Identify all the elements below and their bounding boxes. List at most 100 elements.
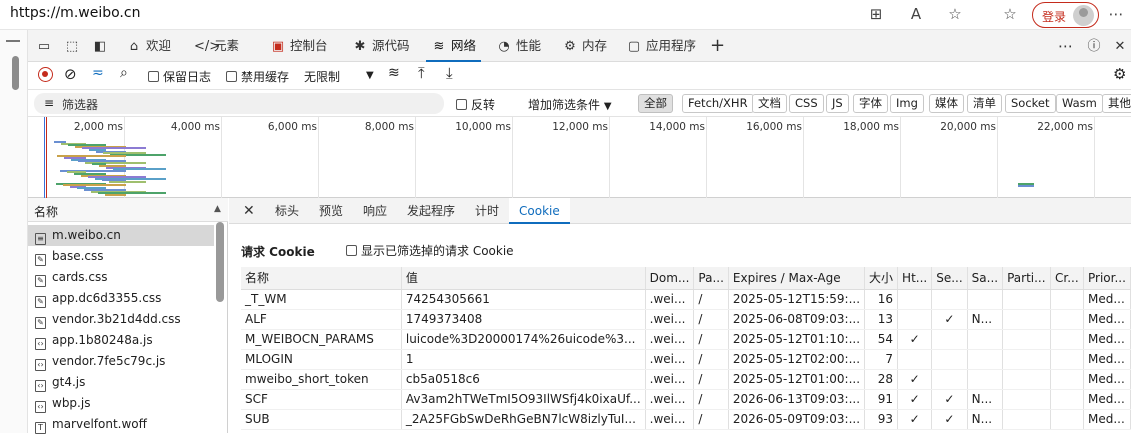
filter-type-other[interactable]: 其他 — [1102, 94, 1131, 113]
column-header-path[interactable]: Pa... — [693, 267, 729, 290]
request-row[interactable]: ‹› wbp.js — [28, 393, 214, 414]
filter-settings-icon[interactable]: ≂ — [92, 65, 104, 81]
login-button[interactable]: 登录 — [1032, 2, 1099, 28]
column-header-partition[interactable]: Parti... — [1002, 267, 1052, 290]
filter-type-wasm[interactable]: Wasm — [1056, 94, 1103, 113]
tab-application[interactable]: ▢ 应用程序 — [626, 30, 696, 62]
filter-type-fetch-xhr[interactable]: Fetch/XHR — [682, 94, 754, 113]
dock-side-icon[interactable]: ◧ — [92, 30, 112, 62]
network-timeline-overview[interactable]: 2,000 ms 4,000 ms 6,000 ms 8,000 ms 10,0… — [28, 117, 1131, 198]
close-detail-icon[interactable]: ✕ — [243, 198, 255, 224]
tab-memory[interactable]: ⚙ 内存 — [562, 30, 607, 62]
request-row[interactable]: ✎ app.dc6d3355.css — [28, 288, 214, 309]
column-header-value[interactable]: 值 — [401, 267, 646, 290]
name-column-header[interactable]: 名称 ▲ — [28, 198, 228, 222]
more-tools-icon[interactable]: ⋯ — [1058, 30, 1073, 62]
column-header-name[interactable]: 名称 — [241, 267, 402, 290]
invert-checkbox[interactable]: 反转 — [456, 96, 495, 113]
cookie-cell — [1050, 329, 1084, 350]
url-text[interactable]: https://m.weibo.cn — [10, 5, 140, 21]
tab-performance[interactable]: ◔ 性能 — [496, 30, 541, 62]
filter-type-all[interactable]: 全部 — [638, 94, 673, 113]
device-emulation-icon[interactable]: ▭ — [36, 30, 56, 62]
column-header-httponly[interactable]: Ht... — [897, 267, 933, 290]
chevron-down-icon[interactable]: ▼ — [366, 70, 374, 81]
request-row[interactable]: ✎ vendor.3b21d4dd.css — [28, 309, 214, 330]
cookie-cell: 91 — [864, 389, 899, 410]
tab-initiator[interactable]: 发起程序 — [407, 198, 455, 224]
inspect-element-icon[interactable]: ⬚ — [64, 30, 84, 62]
throttling-select[interactable]: 无限制 — [304, 68, 340, 85]
tab-console[interactable]: ▣ 控制台 — [270, 30, 328, 62]
cookie-row[interactable]: SUB _2A25FGbSwDeRhGeBN7lcW8izlyTuI... .wei… — [241, 409, 1131, 430]
filter-input[interactable]: ≡ 筛选器 — [34, 93, 444, 114]
cookie-row[interactable]: M_WEIBOCN_PARAMS luicode%3D20000174%26uic… — [241, 329, 1131, 350]
favorite-star-icon[interactable]: ☆ — [945, 4, 965, 24]
help-icon[interactable]: ⓘ — [1086, 30, 1106, 62]
tab-welcome[interactable]: ⌂ 欢迎 — [126, 30, 171, 62]
request-row[interactable]: ‹› app.1b80248a.js — [28, 330, 214, 351]
filter-type-js[interactable]: JS — [826, 94, 849, 113]
cookie-cell: 7 — [864, 349, 899, 370]
cookie-row[interactable]: ALF 1749373408 .wei.../2025-06-08T09:03:..… — [241, 309, 1131, 330]
cookie-row[interactable]: _T_WM 74254305661 .wei.../2025-05-12T15:59… — [241, 289, 1131, 310]
clear-icon[interactable]: ⊘ — [64, 65, 77, 83]
tab-sources[interactable]: ✱ 源代码 — [352, 30, 410, 62]
column-header-secure[interactable]: Se... — [931, 267, 968, 290]
cookie-row[interactable]: mweibo_short_token cb5a0518c6 .wei.../2025… — [241, 369, 1131, 390]
split-screen-icon[interactable]: ⊞ — [866, 4, 886, 24]
filter-type-socket[interactable]: Socket — [1005, 94, 1056, 113]
more-filters-dropdown[interactable]: 增加筛选条件 ▼ — [528, 96, 612, 113]
close-devtools-icon[interactable]: ✕ — [1112, 30, 1131, 62]
request-row[interactable]: ≡ m.weibo.cn — [28, 225, 214, 246]
import-har-icon[interactable]: ⤒ — [418, 64, 425, 82]
tab-response[interactable]: 响应 — [363, 198, 387, 224]
filter-type-manifest[interactable]: 清单 — [967, 94, 1002, 113]
cookie-cell — [1002, 329, 1052, 350]
tab-headers[interactable]: 标头 — [275, 198, 299, 224]
cookie-row[interactable]: MLOGIN 1 .wei.../2025-05-12T02:00:... 7 Med.… — [241, 349, 1131, 370]
filter-type-css[interactable]: CSS — [789, 94, 824, 113]
cookie-cell: MLOGIN — [241, 349, 402, 370]
column-header-priority[interactable]: Prior... — [1083, 267, 1131, 290]
show-filtered-cookies-checkbox[interactable]: 显示已筛选掉的请求 Cookie — [346, 242, 514, 259]
filter-type-doc[interactable]: 文档 — [752, 94, 787, 113]
network-conditions-icon[interactable]: ≋ — [388, 65, 400, 81]
filter-type-img[interactable]: Img — [890, 94, 924, 113]
request-row[interactable]: ‹› vendor.7fe5c79c.js — [28, 351, 214, 372]
record-icon[interactable] — [38, 67, 53, 82]
export-har-icon[interactable]: ⤓ — [446, 64, 453, 82]
tab-preview[interactable]: 预览 — [319, 198, 343, 224]
tab-timing[interactable]: 计时 — [475, 198, 499, 224]
cookie-cell: 54 — [864, 329, 899, 350]
cookie-row[interactable]: SCF Av3am2hTWeTmI5O93IlWSfj4k0ixaUf... .we… — [241, 389, 1131, 410]
filter-type-font[interactable]: 字体 — [853, 94, 888, 113]
column-header-samesite[interactable]: Sa... — [967, 267, 1004, 290]
network-settings-gear-icon[interactable]: ⚙ — [1113, 65, 1126, 83]
more-icon[interactable]: ⋯ — [1106, 4, 1126, 24]
request-row[interactable]: ✎ base.css — [28, 246, 214, 267]
cookie-cell: ✓ — [897, 369, 933, 390]
request-row[interactable]: Tmarvelfont.woff — [28, 414, 214, 435]
request-row[interactable]: ‹› gt4.js — [28, 372, 214, 393]
filter-type-media[interactable]: 媒体 — [929, 94, 964, 113]
search-icon[interactable]: ⌕ — [120, 65, 128, 81]
request-row[interactable]: ✎ cards.css — [28, 267, 214, 288]
tab-elements[interactable]: </>元素 — [194, 30, 239, 62]
preserve-log-checkbox[interactable]: 保留日志 — [148, 68, 211, 85]
favorites-icon[interactable]: ☆ — [1000, 4, 1020, 24]
cookie-cell — [931, 329, 968, 350]
read-aloud-icon[interactable]: A — [906, 4, 926, 24]
tab-network[interactable]: ≋ 网络 — [426, 30, 482, 62]
column-header-domain[interactable]: Dom... — [645, 267, 695, 290]
page-scrollbar[interactable] — [12, 56, 19, 90]
column-header-size[interactable]: 大小 — [864, 267, 899, 290]
cookie-cell — [1050, 409, 1084, 430]
throttling-value: 无限制 — [304, 70, 341, 84]
column-header-cross-site[interactable]: Cr... — [1050, 267, 1084, 290]
request-list-scrollbar[interactable] — [216, 222, 224, 302]
tab-cookies[interactable]: Cookie — [509, 198, 570, 224]
column-header-expires[interactable]: Expires / Max-Age — [728, 267, 866, 290]
disable-cache-checkbox[interactable]: 禁用缓存 — [226, 68, 289, 85]
add-tab-icon[interactable]: + — [710, 30, 725, 62]
